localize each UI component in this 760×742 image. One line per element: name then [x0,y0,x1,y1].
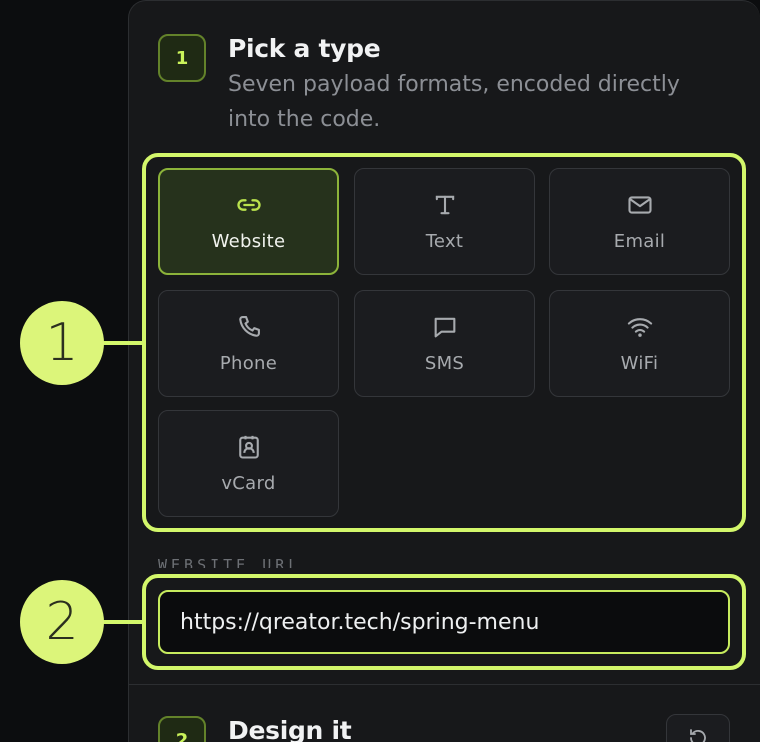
url-field-label: WEBSITE URL [158,556,302,568]
reset-button[interactable] [666,714,730,742]
reset-icon [690,729,706,742]
step-2-title: Design it [228,716,352,742]
step-2-badge: 2 [158,716,206,742]
callout-line-2 [100,620,144,624]
callout-marker-2: 2 [20,580,104,664]
step-1-description: Seven payload formats, encoded directly … [228,72,680,132]
section-divider [129,684,760,685]
callout-box-1 [142,153,746,532]
callout-marker-1: 1 [20,301,104,385]
step-1-header: 1 Pick a type Seven payload formats, enc… [158,34,708,137]
step-1-badge: 1 [158,34,206,82]
callout-line-1 [100,341,144,345]
page: 1 Pick a type Seven payload formats, enc… [0,0,760,742]
step-2-header: 2 Design it [158,716,352,742]
step-1-title: Pick a type [228,34,381,63]
callout-box-2 [142,574,746,670]
